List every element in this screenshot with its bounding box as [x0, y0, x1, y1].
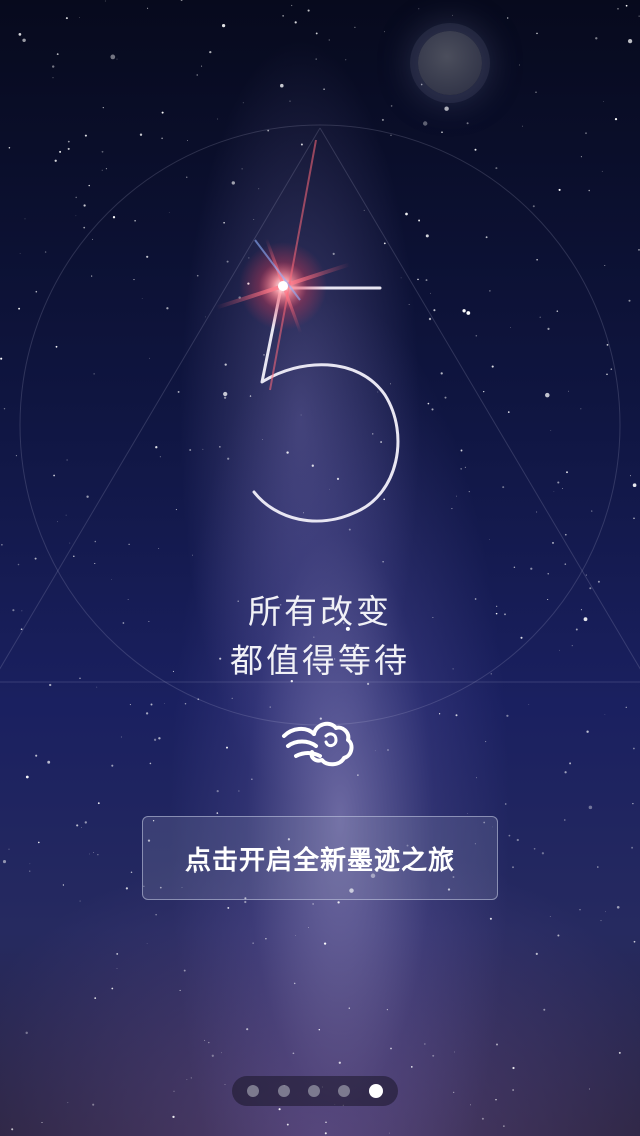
- headline-line-1: 所有改变: [248, 592, 392, 631]
- start-journey-button[interactable]: 点击开启全新墨迹之旅: [142, 816, 498, 900]
- page-dot-3[interactable]: [307, 1085, 320, 1097]
- page-dot-5[interactable]: [368, 1084, 383, 1098]
- page-indicator: [232, 1076, 398, 1106]
- page-dot-2[interactable]: [277, 1085, 290, 1097]
- page-dot-1[interactable]: [247, 1085, 260, 1097]
- splash-screen: 5 所有改变 都值得等待 点击开启全新墨迹之旅: [0, 0, 640, 1136]
- page-dot-4[interactable]: [338, 1085, 351, 1097]
- countdown-number-five: 5: [215, 139, 400, 523]
- cloud-swirl-icon: [282, 721, 354, 767]
- headline-line-2: 都值得等待: [230, 641, 410, 680]
